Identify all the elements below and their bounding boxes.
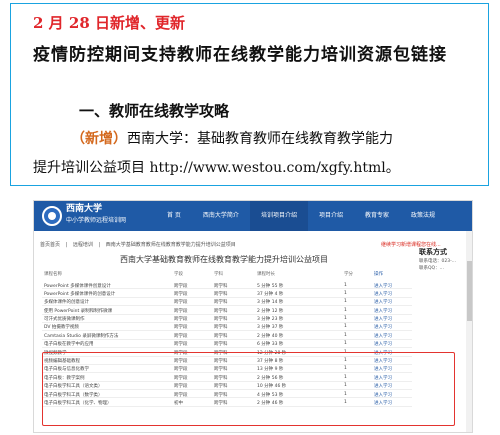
col-stage: 学段 bbox=[174, 272, 183, 277]
document-title: 疫情防控期间支持教师在线教学能力培训资源包链接 bbox=[33, 45, 447, 65]
breadcrumb-current: 西南大学基础教育教师在线教育教学能力提升培训公益项目 bbox=[105, 242, 236, 248]
cell-credit: 1 bbox=[344, 307, 347, 313]
contact-qq: 联系QQ：... bbox=[419, 266, 444, 271]
cell-credit: 1 bbox=[344, 282, 347, 288]
enter-study-link[interactable]: 进入学习 bbox=[374, 341, 392, 347]
cell-course-name: Camtasia Studio 录屏微课制作方法 bbox=[44, 333, 119, 339]
cell-course-name: DV 拍摄教学视频 bbox=[44, 325, 79, 331]
nav-home[interactable]: 首 页 bbox=[156, 201, 192, 231]
table-row: PowerPoint 多媒体课件创意设计 跨学段 跨学科 5 分钟 55 秒 1 进入学习 bbox=[42, 281, 412, 290]
cell-course-name: 使用 PowerPoint 录制和制作微课 bbox=[44, 308, 113, 314]
cell-stage: 跨学段 bbox=[174, 317, 188, 323]
cell-stage: 跨学段 bbox=[174, 333, 188, 339]
nav-university-intro[interactable]: 西南大学简介 bbox=[192, 201, 250, 231]
course-list-title: 西南大学基础教育教师在线教育教学能力提升培训公益项目 bbox=[120, 255, 328, 264]
cell-course-name: 可汗式优质微课制作 bbox=[44, 317, 85, 323]
cell-subject: 跨学科 bbox=[214, 308, 228, 314]
new-resource-text: 西南大学：基础教育教师在线教育教学能力 bbox=[127, 131, 393, 147]
table-row: 使用 PowerPoint 录制和制作微课 跨学段 跨学科 2 分钟 12 秒 1 进入学… bbox=[42, 306, 412, 315]
enter-study-link[interactable]: 进入学习 bbox=[374, 299, 392, 305]
university-logo-icon[interactable] bbox=[42, 206, 62, 226]
cell-duration: 3 分钟 23 秒 bbox=[257, 317, 284, 323]
cell-duration: 3 分钟 14 秒 bbox=[257, 300, 284, 306]
cell-course-name: PowerPoint 多媒体课件的创意设计 bbox=[44, 291, 116, 297]
cell-stage: 跨学段 bbox=[174, 342, 188, 348]
cell-duration: 3 分钟 37 秒 bbox=[257, 325, 284, 331]
table-row: PowerPoint 多媒体课件的创意设计 跨学段 跨学科 37 分钟 4 秒 1 进入学… bbox=[42, 289, 412, 298]
site-header: 西南大学 中小学教师远程培训网 首 页 西南大学简介 培训项目介绍 项目介绍 教… bbox=[34, 201, 472, 231]
document-box: 2 月 28 日新增、更新 疫情防控期间支持教师在线教学能力培训资源包链接 一、… bbox=[10, 3, 489, 186]
table-row: 多媒体课件的创意设计 跨学段 跨学科 3 分钟 14 秒 1 进入学习 bbox=[42, 298, 412, 307]
new-tag: （新增） bbox=[71, 131, 127, 147]
cell-duration: 2 分钟 12 秒 bbox=[257, 308, 284, 314]
enter-study-link[interactable]: 进入学习 bbox=[374, 316, 392, 322]
training-site-screenshot: 西南大学 中小学教师远程培训网 首 页 西南大学简介 培训项目介绍 项目介绍 教… bbox=[33, 200, 473, 433]
cell-course-name: 多媒体课件的创意设计 bbox=[44, 300, 89, 306]
breadcrumb-home[interactable]: 首页首页 bbox=[40, 242, 60, 248]
col-credit: 学分 bbox=[344, 272, 353, 277]
nav-policies[interactable]: 政策法规 bbox=[400, 201, 446, 231]
cell-credit: 1 bbox=[344, 341, 347, 347]
cell-duration: 2 分钟 40 秒 bbox=[257, 333, 284, 339]
brand-subtitle: 中小学教师远程培训网 bbox=[66, 217, 127, 224]
scrollbar[interactable] bbox=[466, 231, 472, 432]
cell-stage: 跨学段 bbox=[174, 283, 188, 289]
highlight-box bbox=[42, 352, 455, 426]
cell-credit: 1 bbox=[344, 332, 347, 338]
cell-subject: 跨学科 bbox=[214, 300, 228, 306]
table-row: DV 拍摄教学视频 跨学段 跨学科 3 分钟 37 秒 1 进入学习 bbox=[42, 323, 412, 332]
enter-study-link[interactable]: 进入学习 bbox=[374, 333, 392, 339]
cell-subject: 跨学科 bbox=[214, 291, 228, 297]
site-nav: 首 页 西南大学简介 培训项目介绍 项目介绍 教育专家 政策法规 bbox=[156, 201, 446, 231]
cell-subject: 跨学科 bbox=[214, 317, 228, 323]
cell-subject: 跨学科 bbox=[214, 333, 228, 339]
contact-panel: 联系方式 联系电话：023-... 联系QQ：... bbox=[419, 247, 469, 271]
cell-subject: 跨学科 bbox=[214, 325, 228, 331]
table-row: 可汗式优质微课制作 跨学段 跨学科 3 分钟 23 秒 1 进入学习 bbox=[42, 315, 412, 323]
section-heading: 一、教师在线教学攻略 bbox=[79, 102, 230, 120]
brand-name: 西南大学 bbox=[66, 204, 103, 214]
cell-credit: 1 bbox=[344, 299, 347, 305]
cell-duration: 6 分钟 33 秒 bbox=[257, 342, 284, 348]
resource-url-line[interactable]: 提升培训公益项目 http://www.westou.com/xgfy.html… bbox=[33, 157, 400, 177]
enter-study-link[interactable]: 进入学习 bbox=[374, 324, 392, 330]
breadcrumb-sep: | bbox=[98, 242, 101, 248]
cell-stage: 跨学段 bbox=[174, 291, 188, 297]
nav-training-projects[interactable]: 培训项目介绍 bbox=[249, 201, 308, 231]
cell-duration: 5 分钟 55 秒 bbox=[257, 283, 284, 289]
enter-study-link[interactable]: 进入学习 bbox=[374, 283, 392, 289]
nav-experts[interactable]: 教育专家 bbox=[354, 201, 400, 231]
cell-stage: 跨学段 bbox=[174, 325, 188, 331]
cell-duration: 37 分钟 4 秒 bbox=[257, 291, 284, 297]
enter-study-link[interactable]: 进入学习 bbox=[374, 308, 392, 314]
table-header: 课程名称 学段 学科 课程时长 学分 操作 bbox=[42, 271, 412, 279]
cell-credit: 1 bbox=[344, 316, 347, 322]
site-brand[interactable]: 西南大学 中小学教师远程培训网 bbox=[66, 204, 126, 226]
table-row: Camtasia Studio 录屏微课制作方法 跨学段 跨学科 2 分钟 40 秒 1… bbox=[42, 331, 412, 340]
nav-project-intro[interactable]: 项目介绍 bbox=[308, 201, 354, 231]
breadcrumb: 首页首页 | 远程培训 | 西南大学基础教育教师在线教育教学能力提升培训公益项目 bbox=[40, 241, 240, 248]
cell-credit: 1 bbox=[344, 324, 347, 330]
col-action: 操作 bbox=[374, 272, 383, 277]
cell-credit: 1 bbox=[344, 290, 347, 296]
breadcrumb-sep: | bbox=[65, 242, 68, 248]
cell-stage: 跨学段 bbox=[174, 300, 188, 306]
site-body: 首页首页 | 远程培训 | 西南大学基础教育教师在线教育教学能力提升培训公益项目… bbox=[34, 231, 472, 432]
new-resource-line: （新增）西南大学：基础教育教师在线教育教学能力 bbox=[71, 128, 393, 148]
cell-stage: 跨学段 bbox=[174, 308, 188, 314]
table-row: 电子白板在教学中的应用 跨学段 跨学科 6 分钟 33 秒 1 进入学习 bbox=[42, 340, 412, 349]
update-date-heading: 2 月 28 日新增、更新 bbox=[33, 14, 185, 32]
contact-phone: 联系电话：023-... bbox=[419, 259, 457, 264]
scrollbar-thumb[interactable] bbox=[467, 261, 472, 321]
cell-course-name: PowerPoint 多媒体课件创意设计 bbox=[44, 283, 111, 289]
col-duration: 课程时长 bbox=[257, 272, 275, 277]
cell-subject: 跨学科 bbox=[214, 342, 228, 348]
cell-course-name: 电子白板在教学中的应用 bbox=[44, 342, 94, 348]
col-subject: 学科 bbox=[214, 272, 223, 277]
col-course-name: 课程名称 bbox=[44, 272, 62, 277]
cell-subject: 跨学科 bbox=[214, 283, 228, 289]
enter-study-link[interactable]: 进入学习 bbox=[374, 291, 392, 297]
breadcrumb-training[interactable]: 远程培训 bbox=[73, 242, 93, 248]
contact-title: 联系方式 bbox=[419, 248, 447, 256]
